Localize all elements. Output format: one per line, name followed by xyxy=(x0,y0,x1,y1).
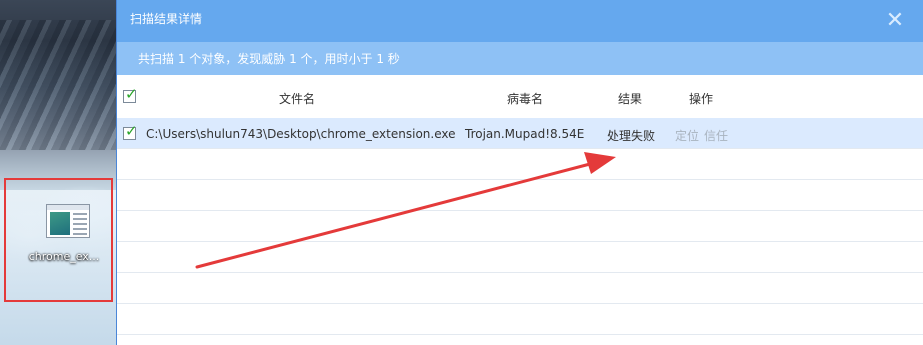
table-header: ✓ 文件名 病毒名 结果 操作 xyxy=(117,75,923,119)
dialog-titlebar: 扫描结果详情 ✕ xyxy=(117,0,923,42)
row-checkbox[interactable]: ✓ xyxy=(123,122,138,140)
screen: chrome_ex... 扫描结果详情 ✕ 共扫描 1 个对象，发现威胁 1 个… xyxy=(0,0,923,345)
checkmark-icon: ✓ xyxy=(125,85,138,103)
table-row[interactable]: ✓ C:\Users\shulun743\Desktop\chrome_exte… xyxy=(117,118,923,149)
dialog-title: 扫描结果详情 xyxy=(130,12,203,26)
row-result: 处理失败 xyxy=(607,129,656,143)
row-file-path: C:\Users\shulun743\Desktop\chrome_extens… xyxy=(146,127,456,141)
empty-table-row xyxy=(117,242,923,273)
scan-summary-text: 共扫描 1 个对象，发现威胁 1 个，用时小于 1 秒 xyxy=(138,52,400,66)
column-header-virus-name[interactable]: 病毒名 xyxy=(507,90,543,107)
empty-table-row xyxy=(117,304,923,335)
empty-table-row xyxy=(117,149,923,180)
row-virus-name: Trojan.Mupad!8.54E xyxy=(465,127,585,141)
mountain-ridge xyxy=(0,20,116,150)
empty-table-row xyxy=(117,211,923,242)
column-header-result[interactable]: 结果 xyxy=(618,90,642,107)
select-all-checkbox[interactable]: ✓ xyxy=(123,85,138,103)
column-header-filename[interactable]: 文件名 xyxy=(279,90,315,107)
locate-link[interactable]: 定位 xyxy=(675,127,699,144)
desktop-file-label[interactable]: chrome_ex... xyxy=(14,250,114,263)
scan-result-dialog: 扫描结果详情 ✕ 共扫描 1 个对象，发现威胁 1 个，用时小于 1 秒 ✓ 文… xyxy=(116,0,923,345)
annotation-highlight-box xyxy=(4,178,113,302)
empty-table-row xyxy=(117,180,923,211)
exe-file-icon[interactable] xyxy=(46,204,90,238)
scan-summary-bar: 共扫描 1 个对象，发现威胁 1 个，用时小于 1 秒 xyxy=(117,42,923,75)
close-icon[interactable]: ✕ xyxy=(883,9,907,33)
trust-link[interactable]: 信任 xyxy=(704,127,728,144)
empty-table-row xyxy=(117,273,923,304)
column-header-action: 操作 xyxy=(689,92,714,106)
checkmark-icon: ✓ xyxy=(125,122,138,140)
